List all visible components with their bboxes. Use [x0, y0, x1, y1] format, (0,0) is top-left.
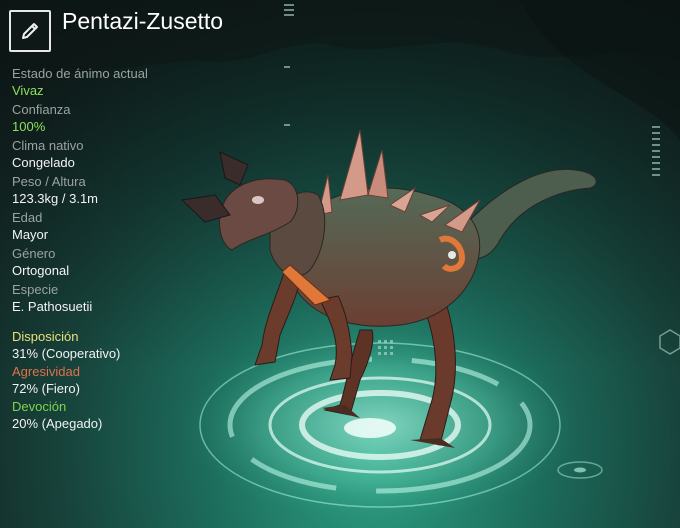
trait-label: Devoción — [12, 399, 67, 414]
stat-value: Congelado — [12, 155, 75, 170]
stat-species: Especie E. Pathosuetii — [12, 282, 192, 315]
background-ridge — [520, 0, 680, 140]
stat-value: Ortogonal — [12, 263, 70, 278]
trait-disposition: Disposición 31% (Cooperativo) — [12, 329, 212, 362]
stat-label: Edad — [12, 210, 43, 225]
stat-label: Género — [12, 246, 56, 261]
trait-value: 20% (Apegado) — [12, 416, 103, 431]
stat-label: Confianza — [12, 102, 71, 117]
trait-value: 72% (Fiero) — [12, 381, 80, 396]
stat-label: Peso / Altura — [12, 174, 86, 189]
stat-trust: Confianza 100% — [12, 102, 192, 135]
pencil-icon — [22, 23, 38, 39]
stat-climate: Clima nativo Congelado — [12, 138, 192, 171]
hex-icon — [659, 329, 680, 355]
stat-label: Clima nativo — [12, 138, 84, 153]
stat-value: Vivaz — [12, 83, 44, 98]
trait-label: Disposición — [12, 329, 79, 344]
stat-mood: Estado de ánimo actual Vivaz — [12, 66, 192, 99]
stat-value: 123.3kg / 3.1m — [12, 191, 98, 206]
holo-platform — [180, 330, 603, 520]
stat-age: Edad Mayor — [12, 210, 192, 243]
trait-label: Agresividad — [12, 364, 80, 379]
stat-label: Especie — [12, 282, 59, 297]
trait-devotion: Devoción 20% (Apegado) — [12, 399, 212, 432]
stat-weight-height: Peso / Altura 123.3kg / 3.1m — [12, 174, 192, 207]
stats-panel: Estado de ánimo actual Vivaz Confianza 1… — [12, 66, 192, 318]
creature-name: Pentazi-Zusetto — [62, 8, 224, 34]
trait-value: 31% (Cooperativo) — [12, 346, 121, 361]
stat-gender: Género Ortogonal — [12, 246, 192, 279]
stat-label: Estado de ánimo actual — [12, 66, 148, 81]
stat-value: Mayor — [12, 227, 49, 242]
stat-value: 100% — [12, 119, 46, 134]
traits-panel: Disposición 31% (Cooperativo) Agresivida… — [12, 329, 212, 434]
trait-aggression: Agresividad 72% (Fiero) — [12, 364, 212, 397]
stat-value: E. Pathosuetii — [12, 299, 93, 314]
edit-name-button[interactable] — [9, 10, 51, 52]
